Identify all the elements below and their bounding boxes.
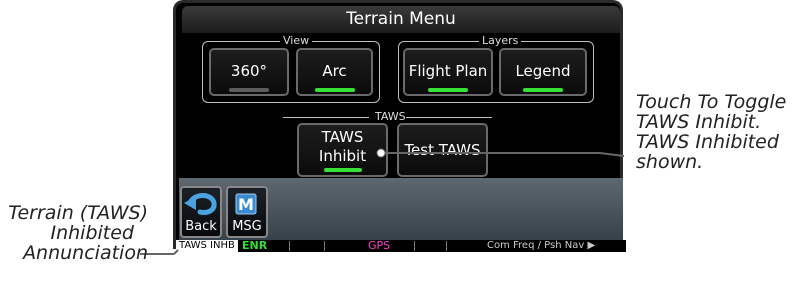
- status-separator: [446, 241, 447, 251]
- taws-group-label: TAWS: [372, 110, 409, 124]
- layer-legend-label: Legend: [515, 62, 571, 80]
- svg-text:M: M: [238, 195, 254, 214]
- page-title: Terrain Menu: [182, 6, 620, 33]
- callout-left: Terrain (TAWS) Inhibited Annunciation: [0, 203, 148, 263]
- status-bar: TAWS INHB ENR GPS Com Freq / Psh Nav ▶: [176, 240, 626, 252]
- layer-legend-button[interactable]: Legend: [499, 48, 587, 96]
- view-arc-label: Arc: [322, 62, 347, 80]
- layer-flight-plan-button[interactable]: Flight Plan: [403, 48, 493, 96]
- taws-inhb-annunciation: TAWS INHB: [176, 240, 238, 252]
- gps-annunciation: GPS: [368, 239, 391, 252]
- callout-left-line: Annunciation: [23, 242, 148, 264]
- gtn-display: Terrain Menu View 360° Arc Layers Flight…: [173, 0, 626, 252]
- enr-annunciation: ENR: [242, 239, 268, 252]
- callout-right-line: TAWS Inhibited: [636, 131, 779, 153]
- layer-flight-plan-label: Flight Plan: [408, 62, 488, 80]
- view-360-label: 360°: [230, 62, 268, 80]
- back-label: Back: [185, 219, 217, 234]
- callout-left-line: Terrain (TAWS): [8, 202, 148, 224]
- msg-button[interactable]: M MSG: [226, 186, 268, 238]
- view-360-annunciator: [229, 88, 269, 92]
- back-arrow-icon: [184, 193, 217, 215]
- message-icon: M: [235, 193, 257, 215]
- taws-rule-right: [406, 117, 492, 118]
- callout-left-line: Inhibited: [50, 222, 134, 244]
- status-separator: [324, 241, 325, 251]
- callout-right: Touch To Toggle TAWS Inhibit. TAWS Inhib…: [636, 92, 794, 172]
- view-arc-button[interactable]: Arc: [296, 48, 373, 96]
- taws-rule-left: [283, 117, 369, 118]
- view-360-button[interactable]: 360°: [209, 48, 289, 96]
- view-arc-annunciator: [315, 88, 355, 92]
- test-taws-button[interactable]: Test TAWS: [397, 123, 488, 177]
- layers-group-label: Layers: [479, 34, 522, 48]
- callout-right-line: shown.: [636, 151, 704, 173]
- device-screen: Terrain Menu View 360° Arc Layers Flight…: [173, 0, 626, 282]
- taws-inhibit-label-line2: Inhibit: [318, 147, 367, 165]
- layer-legend-annunciator: [523, 88, 563, 92]
- bottom-key-bar: Back M MSG: [179, 178, 623, 240]
- back-button[interactable]: Back: [180, 186, 222, 238]
- callout-right-line: TAWS Inhibit.: [636, 111, 762, 133]
- msg-label: MSG: [232, 219, 262, 234]
- callout-right-line: Touch To Toggle: [636, 91, 787, 113]
- layer-flight-plan-annunciator: [428, 88, 468, 92]
- com-freq-hint: Com Freq / Psh Nav ▶: [487, 240, 596, 251]
- taws-inhibit-label-line1: TAWS: [321, 128, 364, 146]
- view-group-label: View: [280, 34, 313, 48]
- taws-inhibit-button[interactable]: TAWS Inhibit: [297, 123, 388, 177]
- status-separator: [414, 241, 415, 251]
- test-taws-label: Test TAWS: [404, 141, 481, 159]
- status-separator: [289, 241, 290, 251]
- taws-inhibit-annunciator: [324, 168, 362, 172]
